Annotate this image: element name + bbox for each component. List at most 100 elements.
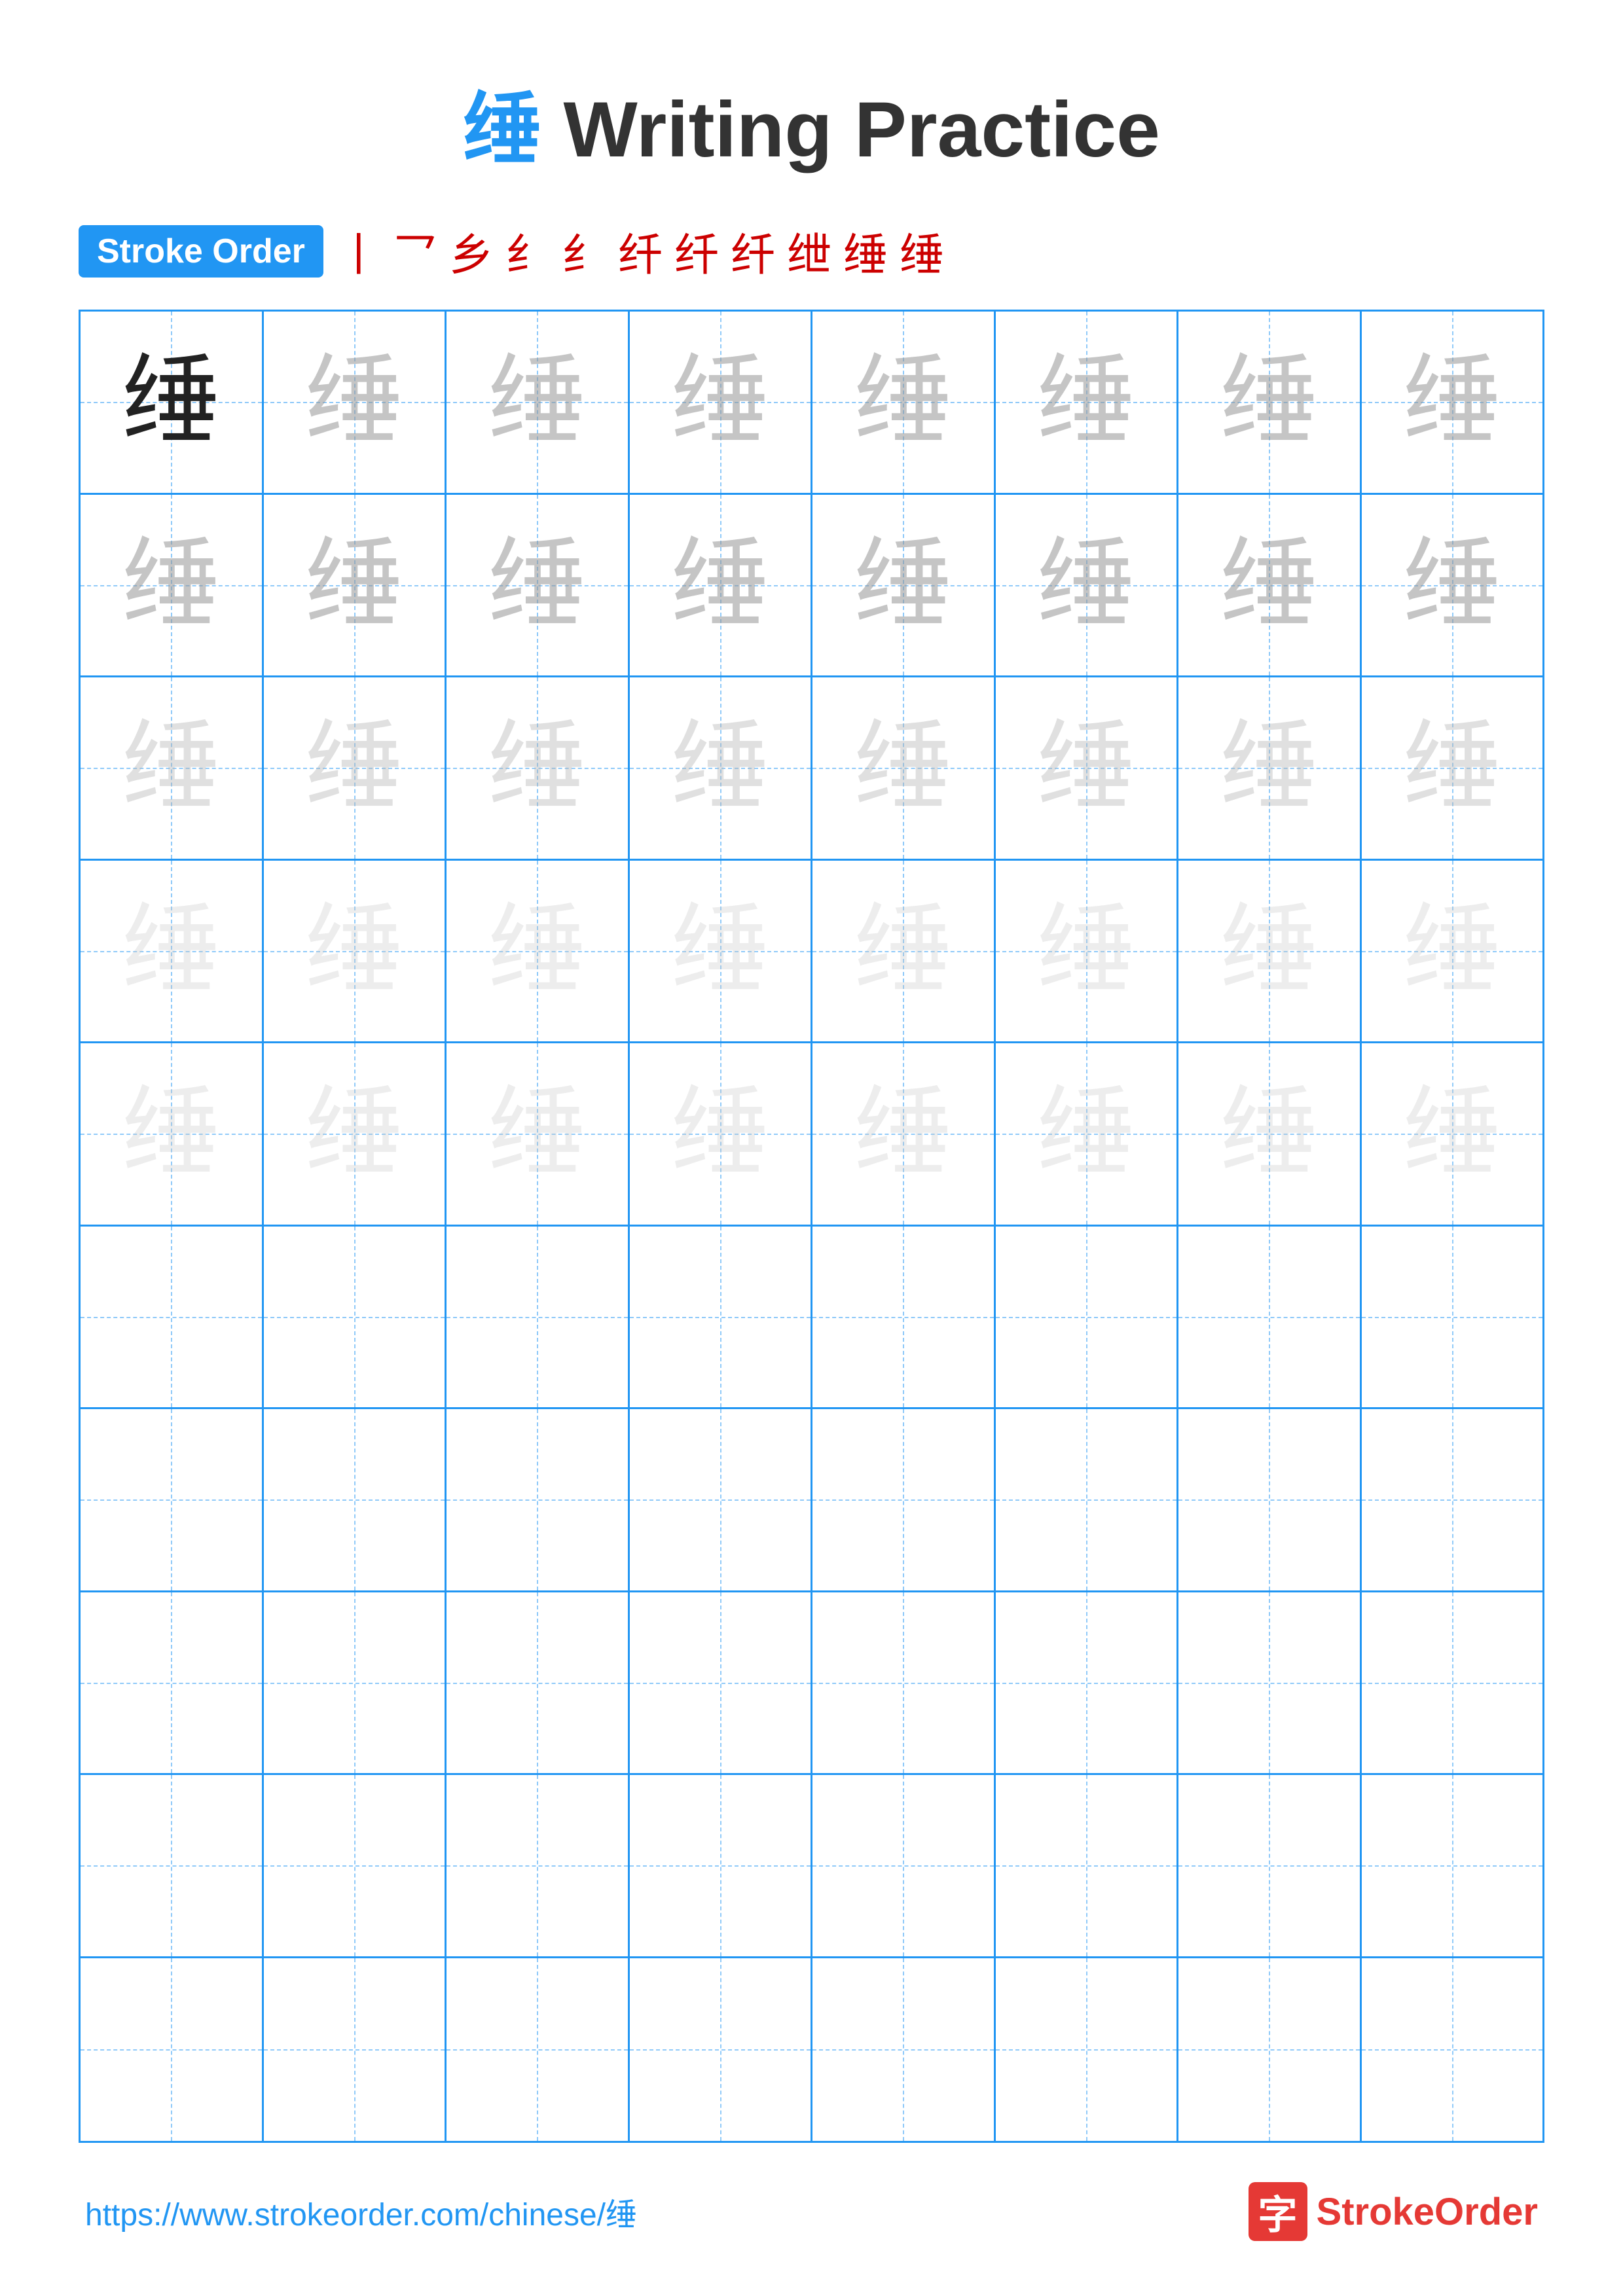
grid-cell[interactable] — [812, 1775, 996, 1958]
grid-cell[interactable]: 缍 — [264, 495, 447, 678]
grid-row-1: 缍 缍 缍 缍 缍 缍 缍 缍 — [81, 312, 1542, 495]
stroke-step-4: 纟 — [505, 219, 550, 283]
grid-cell[interactable]: 缍 — [81, 495, 264, 678]
grid-cell[interactable] — [1178, 1227, 1362, 1410]
grid-cell[interactable] — [1178, 1775, 1362, 1958]
grid-cell[interactable] — [264, 1227, 447, 1410]
grid-cell[interactable]: 缍 — [996, 677, 1179, 861]
grid-cell[interactable] — [630, 1775, 813, 1958]
grid-cell[interactable] — [812, 1409, 996, 1592]
grid-cell[interactable] — [1178, 1409, 1362, 1592]
grid-cell[interactable]: 缍 — [1362, 677, 1543, 861]
grid-cell[interactable]: 缍 — [996, 495, 1179, 678]
grid-cell[interactable] — [1178, 1592, 1362, 1776]
practice-char: 缍 — [1037, 536, 1135, 634]
grid-cell[interactable]: 缍 — [630, 312, 813, 495]
grid-cell[interactable]: 缍 — [447, 495, 630, 678]
grid-cell[interactable]: 缍 — [447, 312, 630, 495]
grid-cell[interactable]: 缍 — [1178, 1043, 1362, 1227]
practice-char: 缍 — [1220, 1085, 1318, 1183]
grid-cell[interactable]: 缍 — [812, 312, 996, 495]
footer-url[interactable]: https://www.strokeorder.com/chinese/缍 — [85, 2189, 637, 2234]
grid-cell[interactable] — [996, 1592, 1179, 1776]
grid-cell[interactable]: 缍 — [996, 861, 1179, 1044]
stroke-step-2: 乛 — [393, 219, 437, 283]
grid-cell[interactable]: 缍 — [1178, 861, 1362, 1044]
grid-cell[interactable] — [1362, 1958, 1543, 2142]
grid-cell[interactable]: 缍 — [1362, 1043, 1543, 1227]
practice-char: 缍 — [1037, 353, 1135, 451]
grid-cell[interactable]: 缍 — [630, 861, 813, 1044]
grid-cell[interactable] — [81, 1227, 264, 1410]
grid-row-9 — [81, 1775, 1542, 1958]
practice-char: 缍 — [1037, 902, 1135, 1000]
grid-cell[interactable]: 缍 — [81, 861, 264, 1044]
grid-cell[interactable] — [81, 1409, 264, 1592]
grid-cell[interactable]: 缍 — [264, 1043, 447, 1227]
grid-cell[interactable]: 缍 — [447, 677, 630, 861]
grid-cell[interactable] — [996, 1227, 1179, 1410]
grid-cell[interactable] — [447, 1592, 630, 1776]
grid-cell[interactable] — [630, 1409, 813, 1592]
page: 缍 Writing Practice Stroke Order 丨 乛 乡 纟 … — [0, 0, 1623, 2296]
grid-cell[interactable] — [447, 1227, 630, 1410]
grid-cell[interactable]: 缍 — [630, 1043, 813, 1227]
grid-cell[interactable]: 缍 — [264, 312, 447, 495]
grid-cell[interactable]: 缍 — [630, 495, 813, 678]
grid-cell[interactable] — [264, 1592, 447, 1776]
grid-cell[interactable]: 缍 — [996, 1043, 1179, 1227]
grid-cell[interactable]: 缍 — [630, 677, 813, 861]
stroke-step-6: 纤 — [618, 219, 663, 283]
grid-cell[interactable] — [996, 1409, 1179, 1592]
practice-char: 缍 — [671, 902, 769, 1000]
stroke-step-11: 缍 — [900, 219, 944, 283]
grid-cell[interactable] — [812, 1592, 996, 1776]
grid-cell[interactable] — [81, 1958, 264, 2142]
practice-char: 缍 — [305, 719, 403, 817]
grid-cell[interactable]: 缍 — [81, 312, 264, 495]
grid-cell[interactable] — [264, 1958, 447, 2142]
stroke-step-7: 纤 — [674, 219, 719, 283]
grid-cell[interactable]: 缍 — [1362, 861, 1543, 1044]
grid-cell[interactable]: 缍 — [264, 677, 447, 861]
grid-cell[interactable] — [264, 1775, 447, 1958]
grid-cell[interactable] — [1362, 1227, 1543, 1410]
logo-icon: 字 — [1249, 2182, 1307, 2241]
practice-char: 缍 — [305, 1085, 403, 1183]
grid-cell[interactable]: 缍 — [447, 1043, 630, 1227]
practice-char: 缍 — [1403, 719, 1501, 817]
grid-cell[interactable] — [447, 1958, 630, 2142]
grid-cell[interactable]: 缍 — [81, 677, 264, 861]
grid-cell[interactable]: 缍 — [812, 1043, 996, 1227]
grid-cell[interactable] — [996, 1775, 1179, 1958]
grid-cell[interactable] — [812, 1227, 996, 1410]
grid-cell[interactable]: 缍 — [447, 861, 630, 1044]
grid-cell[interactable] — [996, 1958, 1179, 2142]
grid-cell[interactable] — [1178, 1958, 1362, 2142]
grid-cell[interactable] — [630, 1958, 813, 2142]
grid-cell[interactable] — [1362, 1409, 1543, 1592]
grid-cell[interactable]: 缍 — [812, 677, 996, 861]
grid-cell[interactable]: 缍 — [264, 861, 447, 1044]
grid-cell[interactable] — [630, 1592, 813, 1776]
grid-cell[interactable] — [1362, 1775, 1543, 1958]
grid-cell[interactable] — [812, 1958, 996, 2142]
grid-cell[interactable]: 缍 — [996, 312, 1179, 495]
grid-cell[interactable]: 缍 — [1362, 495, 1543, 678]
grid-cell[interactable] — [1362, 1592, 1543, 1776]
grid-cell[interactable]: 缍 — [1178, 495, 1362, 678]
grid-cell[interactable] — [447, 1409, 630, 1592]
grid-cell[interactable] — [630, 1227, 813, 1410]
grid-cell[interactable] — [81, 1775, 264, 1958]
grid-cell[interactable] — [447, 1775, 630, 1958]
grid-cell[interactable]: 缍 — [812, 861, 996, 1044]
grid-cell[interactable] — [264, 1409, 447, 1592]
grid-cell[interactable]: 缍 — [1178, 677, 1362, 861]
grid-cell[interactable]: 缍 — [1362, 312, 1543, 495]
grid-cell[interactable]: 缍 — [81, 1043, 264, 1227]
grid-cell[interactable] — [81, 1592, 264, 1776]
practice-char: 缍 — [1403, 902, 1501, 1000]
footer: https://www.strokeorder.com/chinese/缍 字 … — [79, 2182, 1544, 2241]
grid-cell[interactable]: 缍 — [812, 495, 996, 678]
grid-cell[interactable]: 缍 — [1178, 312, 1362, 495]
